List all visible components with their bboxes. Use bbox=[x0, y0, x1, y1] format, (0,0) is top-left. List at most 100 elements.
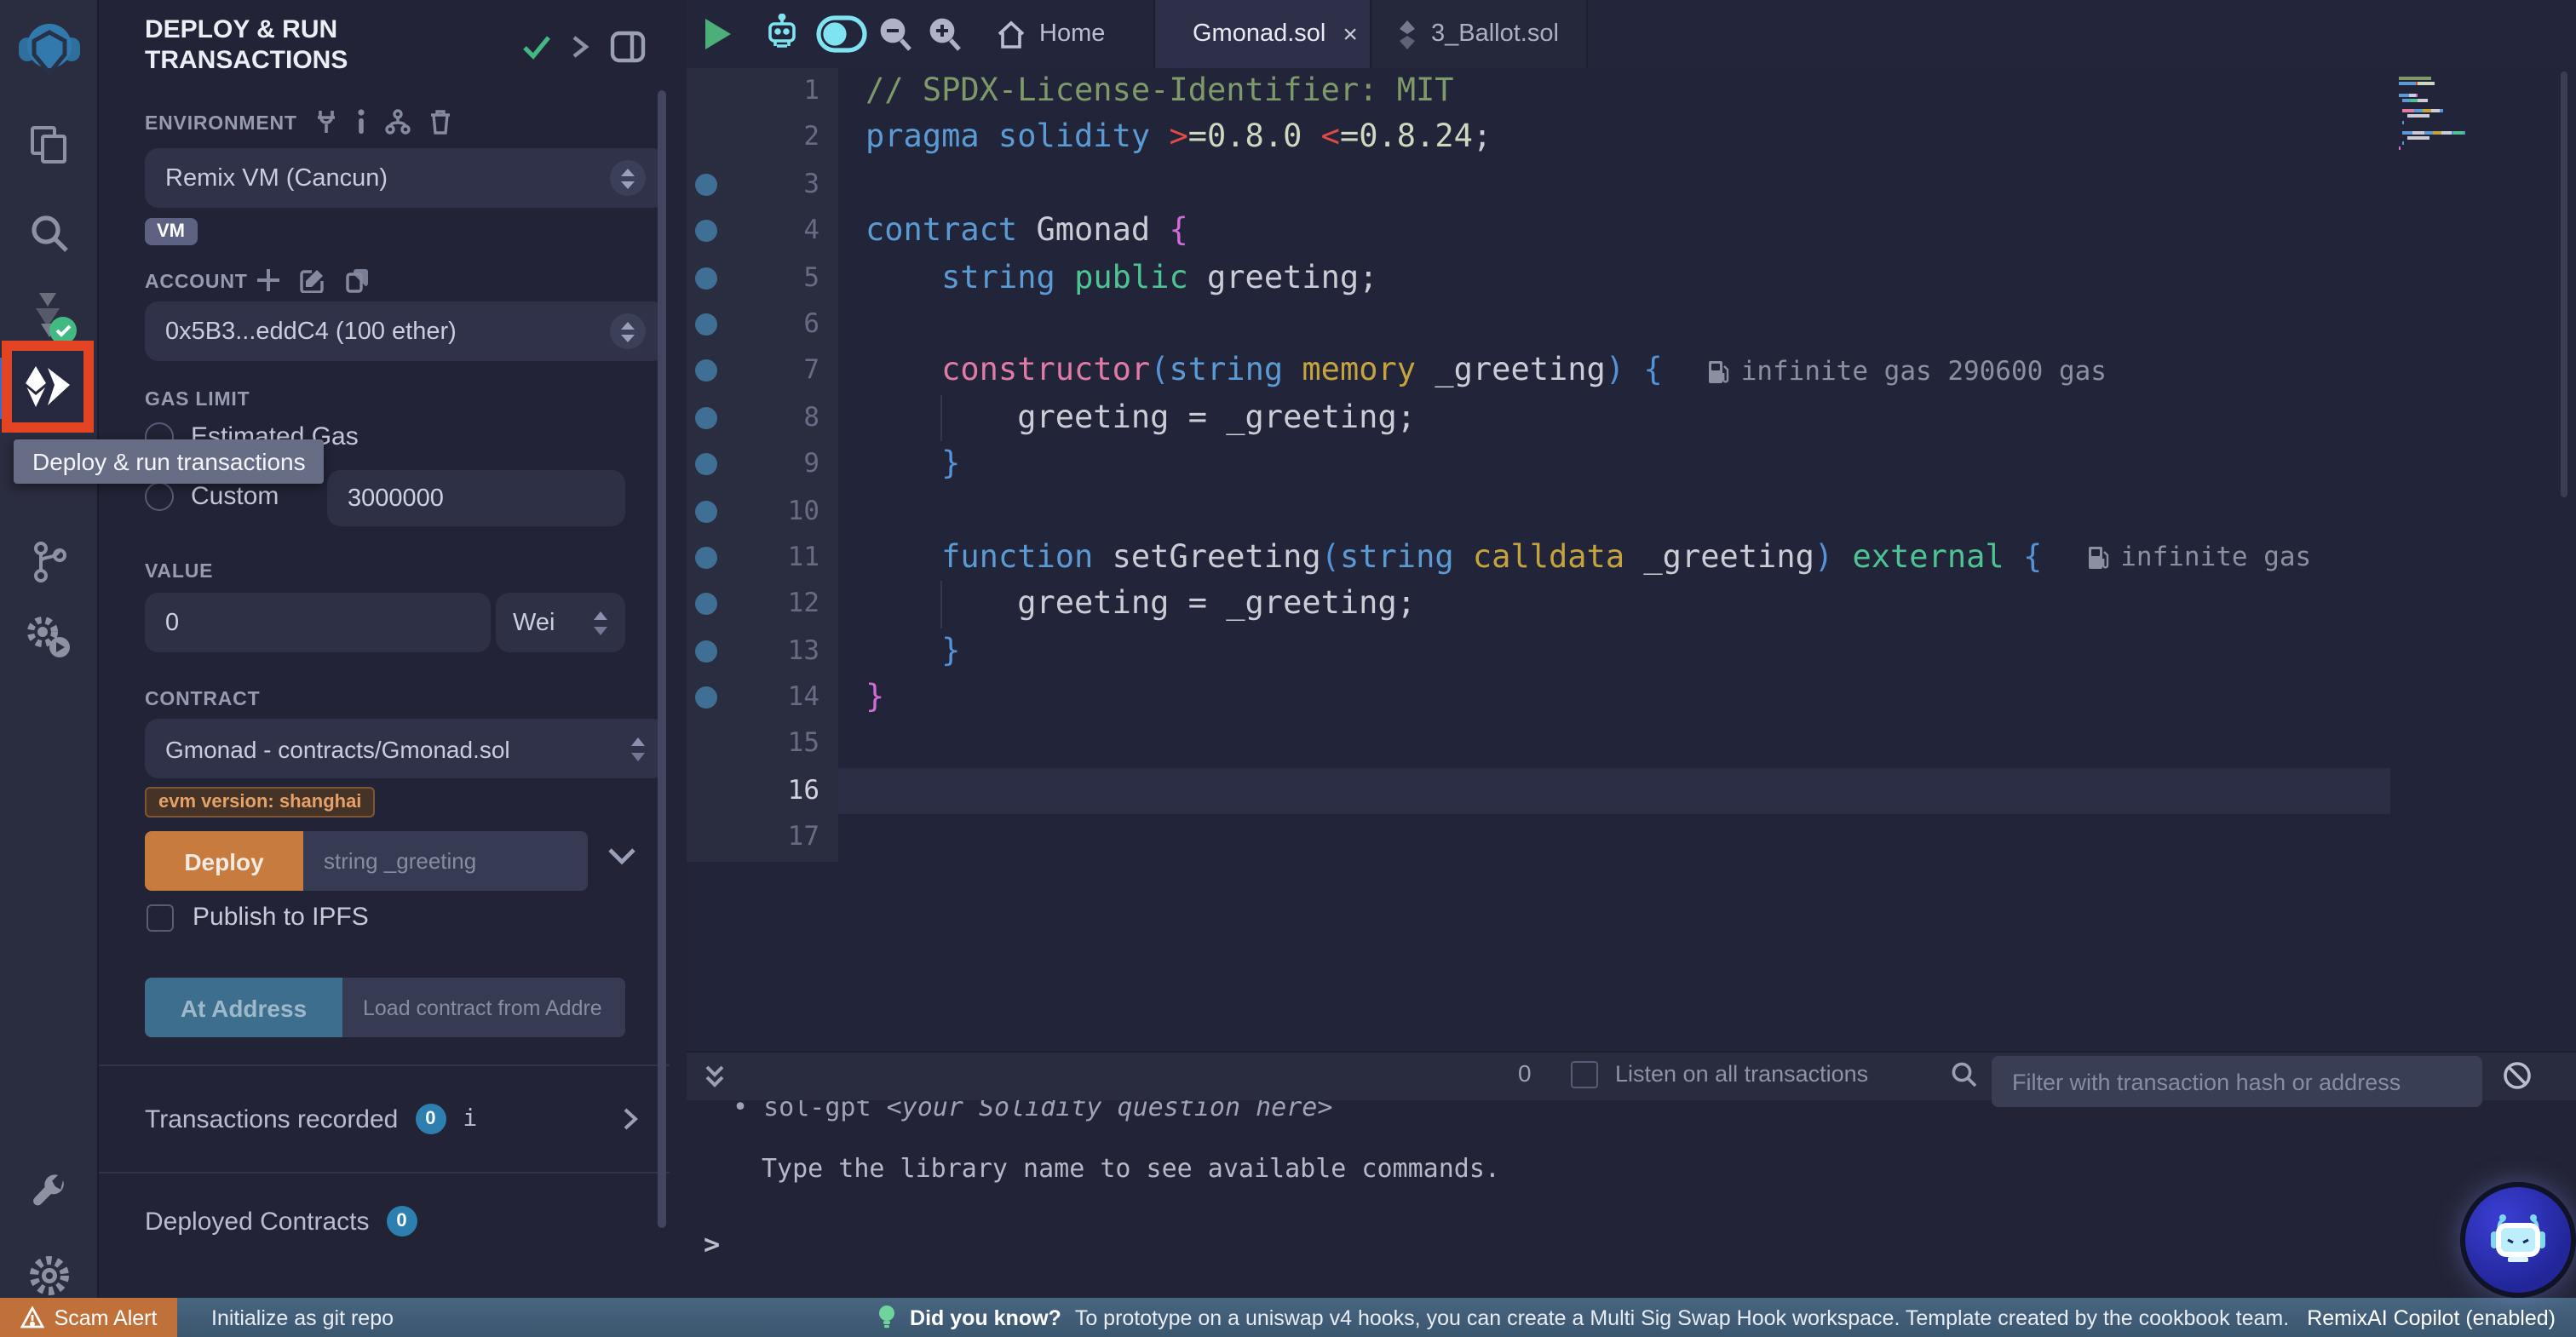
account-select[interactable]: 0x5B3...eddC4 (100 ether) bbox=[145, 301, 666, 361]
value-unit-select[interactable]: Wei bbox=[496, 593, 625, 652]
code-line[interactable]: string public greeting; bbox=[838, 255, 2390, 301]
breakpoint-dot[interactable] bbox=[695, 594, 717, 616]
breakpoint-dot[interactable] bbox=[695, 640, 717, 662]
code-line[interactable]: function setGreeting(string calldata _gr… bbox=[838, 535, 2390, 582]
gutter-line[interactable]: 8 bbox=[687, 394, 838, 441]
clear-terminal-icon[interactable] bbox=[2503, 1061, 2532, 1090]
add-account-icon[interactable] bbox=[257, 269, 279, 291]
terminal-filter-input[interactable] bbox=[1992, 1056, 2482, 1107]
split-panel-icon[interactable] bbox=[610, 31, 646, 63]
gutter-line[interactable]: 5 bbox=[687, 255, 838, 301]
breakpoint-dot[interactable] bbox=[695, 500, 717, 522]
code-line[interactable] bbox=[838, 488, 2390, 535]
at-address-button[interactable]: At Address bbox=[145, 978, 342, 1037]
code-line[interactable]: } bbox=[838, 628, 2390, 674]
tab-home[interactable]: Home bbox=[973, 0, 1129, 68]
gutter-line[interactable]: 11 bbox=[687, 535, 838, 582]
solidity-unit-testing-icon[interactable] bbox=[0, 613, 97, 661]
custom-gas-radio[interactable] bbox=[145, 482, 174, 511]
gutter-line[interactable]: 14 bbox=[687, 674, 838, 721]
tab-ballot[interactable]: 3_Ballot.sol bbox=[1373, 0, 1588, 68]
remix-ai-assistant-button[interactable] bbox=[2460, 1182, 2576, 1298]
code-line[interactable]: greeting = _greeting; bbox=[838, 582, 2390, 628]
transactions-recorded-row[interactable]: Transactions recorded 0 i bbox=[145, 1104, 639, 1134]
code-line[interactable]: greeting = _greeting; bbox=[838, 394, 2390, 441]
transactions-info-icon[interactable]: i bbox=[463, 1105, 477, 1133]
tab-close-icon[interactable]: × bbox=[1343, 20, 1358, 49]
gutter-line[interactable]: 17 bbox=[687, 815, 838, 862]
edit-account-icon[interactable] bbox=[300, 267, 325, 293]
pin-panel-chevron-icon[interactable] bbox=[569, 34, 589, 60]
gutter-line[interactable]: 13 bbox=[687, 628, 838, 674]
copilot-toggle-icon[interactable] bbox=[816, 15, 867, 53]
code-line[interactable]: constructor(string memory _greeting) {in… bbox=[838, 348, 2390, 395]
code-line[interactable]: } bbox=[838, 674, 2390, 721]
scam-alert-button[interactable]: Scam Alert bbox=[0, 1298, 177, 1337]
info-icon[interactable] bbox=[356, 109, 366, 135]
run-script-play-icon[interactable] bbox=[704, 17, 733, 51]
editor-minimap[interactable] bbox=[2399, 77, 2552, 169]
gutter-line[interactable]: 15 bbox=[687, 721, 838, 768]
code-line[interactable] bbox=[838, 768, 2390, 815]
copy-account-icon[interactable] bbox=[346, 267, 370, 293]
code-line[interactable] bbox=[838, 815, 2390, 862]
zoom-in-icon[interactable] bbox=[927, 15, 963, 53]
code-line[interactable] bbox=[838, 721, 2390, 768]
tab-gmonad[interactable]: Gmonad.sol × bbox=[1153, 0, 1371, 68]
git-icon[interactable] bbox=[0, 540, 97, 584]
trash-icon[interactable] bbox=[429, 109, 451, 135]
breakpoint-dot[interactable] bbox=[695, 174, 717, 196]
terminal-search-icon[interactable] bbox=[1951, 1061, 1978, 1088]
gutter-line[interactable]: 6 bbox=[687, 301, 838, 348]
gutter-line[interactable]: 12 bbox=[687, 582, 838, 628]
settings-gear-icon[interactable] bbox=[0, 1254, 97, 1298]
breakpoint-dot[interactable] bbox=[695, 267, 717, 289]
panel-scrollbar[interactable] bbox=[658, 90, 666, 1228]
listen-transactions-checkbox[interactable] bbox=[1571, 1061, 1598, 1088]
breakpoint-dot[interactable] bbox=[695, 406, 717, 428]
editor-gutter[interactable]: 1234567891011121314151617 bbox=[687, 68, 838, 861]
contract-select[interactable]: Gmonad - contracts/Gmonad.sol bbox=[145, 719, 666, 778]
gutter-line[interactable]: 1 bbox=[687, 68, 838, 115]
deploy-param-input[interactable] bbox=[303, 831, 588, 891]
plug-icon[interactable] bbox=[315, 109, 337, 135]
breakpoint-dot[interactable] bbox=[695, 547, 717, 569]
expand-deploy-chevron-icon[interactable] bbox=[608, 848, 635, 865]
remix-logo-icon[interactable] bbox=[0, 17, 97, 85]
gutter-line[interactable]: 16 bbox=[687, 768, 838, 815]
git-init-button[interactable]: Initialize as git repo bbox=[211, 1305, 394, 1329]
code-editor[interactable]: 1234567891011121314151617 // SPDX-Licens… bbox=[687, 68, 2576, 1051]
breakpoint-dot[interactable] bbox=[695, 686, 717, 709]
code-line[interactable]: contract Gmonad { bbox=[838, 208, 2390, 255]
code-line[interactable] bbox=[838, 162, 2390, 209]
breakpoint-dot[interactable] bbox=[695, 220, 717, 242]
breakpoint-dot[interactable] bbox=[695, 453, 717, 475]
custom-gas-input[interactable] bbox=[327, 470, 625, 526]
editor-scrollbar[interactable] bbox=[2561, 72, 2567, 497]
code-line[interactable] bbox=[838, 301, 2390, 348]
file-explorer-icon[interactable] bbox=[0, 123, 97, 167]
deploy-run-icon[interactable] bbox=[12, 351, 83, 422]
code-line[interactable]: // SPDX-License-Identifier: MIT bbox=[838, 68, 2390, 115]
gutter-line[interactable]: 9 bbox=[687, 441, 838, 488]
breakpoint-dot[interactable] bbox=[695, 313, 717, 336]
solidity-compiler-icon[interactable] bbox=[0, 286, 97, 347]
gutter-line[interactable]: 3 bbox=[687, 162, 838, 209]
gutter-line[interactable]: 4 bbox=[687, 208, 838, 255]
publish-ipfs-checkbox[interactable] bbox=[147, 904, 174, 931]
fork-environment-icon[interactable] bbox=[385, 109, 411, 135]
gutter-line[interactable]: 10 bbox=[687, 488, 838, 535]
search-icon[interactable] bbox=[0, 211, 97, 255]
at-address-input[interactable] bbox=[342, 978, 625, 1037]
collapse-terminal-icon[interactable] bbox=[704, 1064, 726, 1088]
gutter-line[interactable]: 2 bbox=[687, 115, 838, 162]
debugger-wrench-icon[interactable] bbox=[0, 1172, 97, 1216]
value-input[interactable] bbox=[145, 593, 491, 652]
ai-robot-icon[interactable] bbox=[763, 14, 801, 55]
editor-code[interactable]: // SPDX-License-Identifier: MITpragma so… bbox=[838, 68, 2390, 861]
transactions-expand-chevron-icon[interactable] bbox=[622, 1107, 639, 1131]
gutter-line[interactable]: 7 bbox=[687, 348, 838, 395]
environment-select[interactable]: Remix VM (Cancun) bbox=[145, 148, 666, 208]
deploy-button[interactable]: Deploy bbox=[145, 831, 303, 891]
code-line[interactable]: pragma solidity >=0.8.0 <=0.8.24; bbox=[838, 115, 2390, 162]
